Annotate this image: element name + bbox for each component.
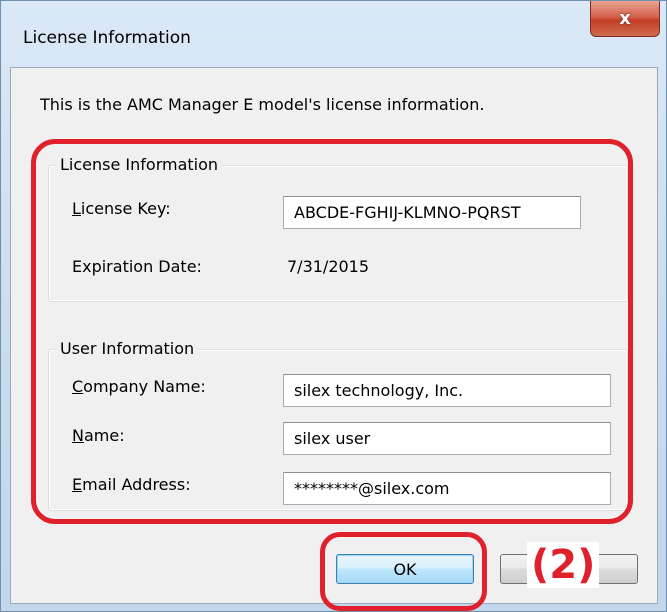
- name-label: Name:: [72, 426, 125, 445]
- company-name-label-text: ompany Name:: [83, 377, 206, 396]
- ok-button[interactable]: OK: [336, 554, 474, 584]
- window-title: License Information: [23, 28, 191, 48]
- company-name-label: Company Name:: [72, 377, 206, 396]
- name-label-text: ame:: [83, 426, 125, 445]
- email-address-label-text: mail Address:: [82, 475, 191, 494]
- email-address-field[interactable]: ********@silex.com: [283, 472, 611, 505]
- intro-text: This is the AMC Manager E model's licens…: [40, 95, 485, 114]
- name-field[interactable]: silex user: [283, 422, 611, 455]
- user-information-legend: User Information: [57, 339, 198, 358]
- step-number-annotation: (2): [527, 542, 600, 588]
- license-key-field[interactable]: ABCDE-FGHIJ-KLMNO-PQRST: [283, 196, 581, 229]
- expiration-date-label: Expiration Date:: [72, 257, 202, 276]
- close-button[interactable]: x: [590, 1, 660, 37]
- close-icon: x: [619, 8, 631, 29]
- email-address-label: Email Address:: [72, 475, 191, 494]
- company-name-accelerator: C: [72, 377, 84, 396]
- license-information-dialog: License Information x This is the AMC Ma…: [0, 0, 667, 612]
- title-bar[interactable]: License Information x: [1, 1, 666, 67]
- name-accelerator: N: [72, 426, 84, 445]
- license-key-label: License Key:: [72, 199, 171, 218]
- dialog-body: This is the AMC Manager E model's licens…: [10, 67, 658, 604]
- license-information-legend: License Information: [57, 155, 222, 174]
- email-address-accelerator: E: [72, 475, 83, 494]
- license-information-group: License Information: [48, 155, 628, 302]
- license-key-accelerator: L: [72, 199, 81, 218]
- license-key-label-text: icense Key:: [80, 199, 171, 218]
- expiration-date-value: 7/31/2015: [287, 257, 370, 276]
- company-name-field[interactable]: silex technology, Inc.: [283, 374, 611, 407]
